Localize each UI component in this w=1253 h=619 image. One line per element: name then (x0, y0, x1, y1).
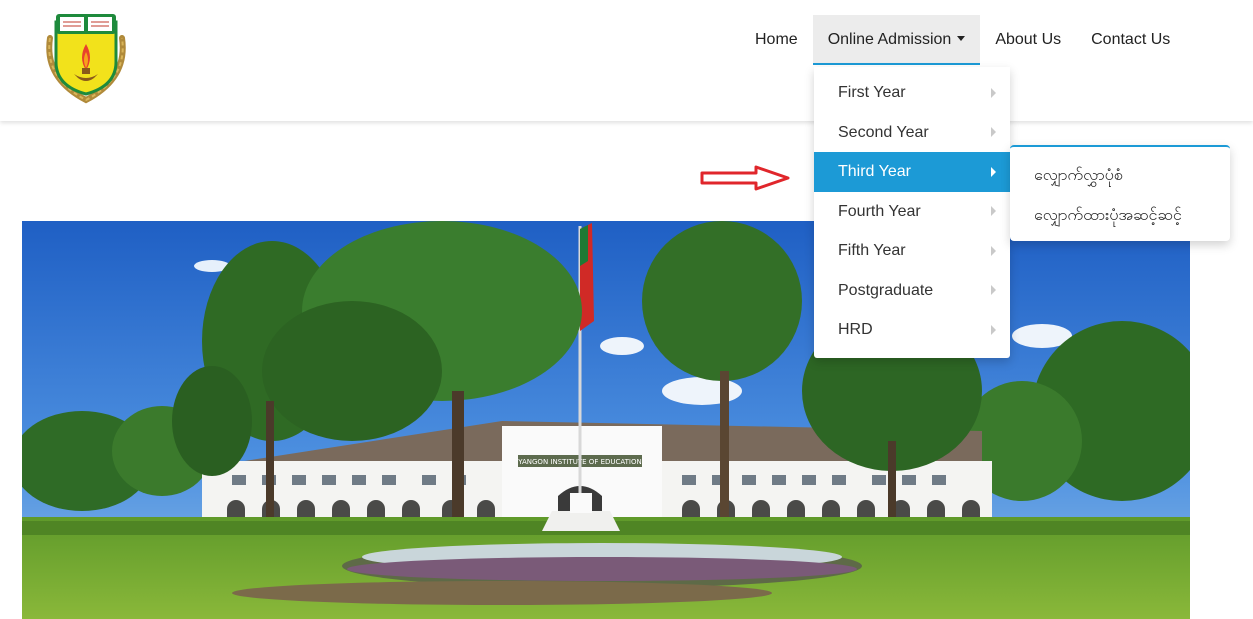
chevron-right-icon (991, 87, 996, 98)
site-header: Home Online Admission About Us Contact U… (0, 0, 1253, 121)
third-year-submenu: လျှောက်လွှာပုံစံ လျှောက်ထားပုံအဆင့်ဆင့် (1010, 145, 1230, 241)
menu-item-second-year[interactable]: Second Year (814, 113, 1010, 153)
chevron-right-icon (991, 324, 996, 335)
submenu-item-application-form[interactable]: လျှောက်လွှာပုံစံ (1010, 155, 1230, 195)
campus-photo: YANGON INSTITUTE OF EDUCATION (22, 221, 1190, 619)
nav-about-us[interactable]: About Us (980, 15, 1076, 65)
menu-item-first-year[interactable]: First Year (814, 73, 1010, 113)
menu-item-label: HRD (838, 321, 873, 338)
nav-home[interactable]: Home (740, 15, 813, 65)
nav-online-admission-label: Online Admission (827, 31, 952, 48)
chevron-right-icon (991, 285, 996, 296)
chevron-right-icon (991, 245, 996, 256)
institute-logo[interactable] (40, 8, 132, 104)
menu-item-postgraduate[interactable]: Postgraduate (814, 271, 1010, 311)
nav-online-admission[interactable]: Online Admission (812, 15, 981, 65)
menu-item-fifth-year[interactable]: Fifth Year (814, 231, 1010, 271)
page: Home Online Admission About Us Contact U… (0, 0, 1253, 619)
menu-item-label: Third Year (838, 163, 911, 180)
menu-item-hrd[interactable]: HRD (814, 310, 1010, 350)
menu-item-label: First Year (838, 84, 906, 101)
nav-contact-us[interactable]: Contact Us (1076, 15, 1185, 65)
menu-item-label: Postgraduate (838, 281, 934, 299)
menu-item-third-year[interactable]: Third Year (814, 152, 1010, 192)
chevron-right-icon (991, 166, 996, 177)
caret-down-icon (957, 36, 966, 42)
menu-item-fourth-year[interactable]: Fourth Year (814, 192, 1010, 232)
submenu-item-application-steps[interactable]: လျှောက်ထားပုံအဆင့်ဆင့် (1010, 195, 1230, 235)
menu-item-label: Second Year (838, 123, 929, 141)
red-arrow-icon (700, 165, 790, 191)
chevron-right-icon (991, 127, 996, 138)
main-nav: Home Online Admission About Us Contact U… (740, 15, 1185, 65)
chevron-right-icon (991, 206, 996, 217)
menu-item-label: Fifth Year (838, 242, 906, 259)
menu-item-label: Fourth Year (838, 202, 921, 220)
admission-dropdown: First Year Second Year Third Year Fourth… (814, 67, 1010, 358)
